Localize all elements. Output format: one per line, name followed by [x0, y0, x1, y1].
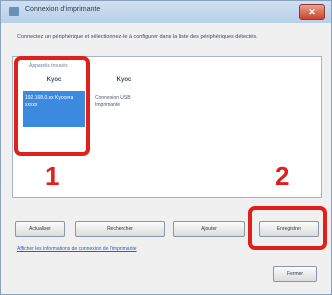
highlight-box-2: [248, 206, 327, 250]
callout-number-2: 2: [275, 161, 290, 191]
callout-number-1: 1: [45, 161, 60, 191]
dialog-window: Connexion d'imprimante ✕ Connectez un pé…: [0, 0, 332, 295]
close-dialog-button[interactable]: Fermer: [273, 266, 317, 282]
highlight-box-1: [14, 56, 90, 156]
title-bar[interactable]: Connexion d'imprimante ✕: [1, 1, 331, 23]
add-button[interactable]: Ajouter: [173, 221, 245, 237]
help-link[interactable]: Afficher les informations de connexion d…: [17, 246, 137, 252]
device-name: Kyoc: [116, 77, 132, 83]
device-item[interactable]: Kyoc Connexion USB Imprimante: [93, 77, 155, 113]
close-button[interactable]: ✕: [299, 4, 325, 20]
device-detail: Connexion USB Imprimante: [95, 95, 131, 108]
window-title: Connexion d'imprimante: [25, 6, 101, 13]
instruction-text: Connectez un périphérique et sélectionne…: [17, 34, 258, 40]
refresh-button[interactable]: Actualiser: [15, 221, 65, 237]
app-icon: [9, 7, 19, 16]
search-button[interactable]: Rechercher: [75, 221, 165, 237]
